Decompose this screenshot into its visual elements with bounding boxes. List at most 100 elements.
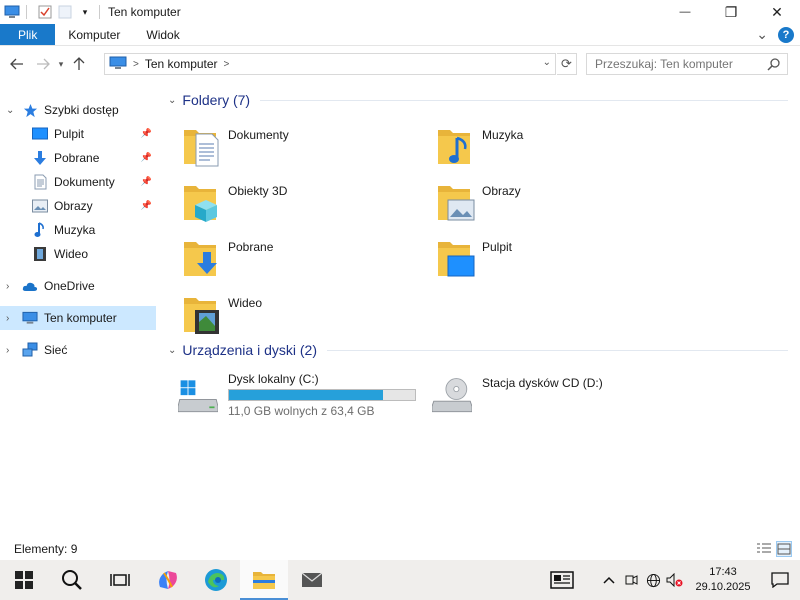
task-view-icon [110, 574, 130, 586]
folder-videos[interactable]: Wideo [162, 288, 412, 338]
folder-downloads[interactable]: Pobrane [162, 232, 412, 282]
documents-folder-icon [184, 130, 219, 167]
nav-this-pc[interactable]: › Ten komputer [0, 306, 156, 330]
search-box[interactable] [586, 53, 788, 75]
nav-item-videos[interactable]: Wideo [0, 242, 156, 266]
pin-icon[interactable]: 📌 [141, 128, 152, 139]
chevron-down-icon[interactable]: ⌄ [168, 345, 176, 356]
document-icon [32, 174, 48, 190]
folder-desktop[interactable]: Pulpit [416, 232, 666, 282]
help-icon[interactable]: ? [778, 26, 794, 43]
breadcrumb-chevron-icon[interactable]: > [224, 59, 230, 70]
address-dropdown-icon[interactable]: ⌄ [543, 57, 551, 68]
folder-label: Obrazy [482, 184, 521, 198]
chevron-right-icon[interactable]: › [6, 345, 16, 356]
tab-file[interactable]: Plik [0, 24, 56, 45]
minimize-button[interactable]: — [662, 0, 708, 24]
start-button[interactable] [0, 560, 48, 600]
forward-button[interactable] [32, 53, 54, 75]
expand-ribbon-button[interactable]: ⌄ [756, 26, 768, 43]
back-button[interactable] [6, 53, 28, 75]
up-button[interactable] [68, 53, 90, 75]
status-bar: Elementy: 9 [0, 538, 800, 560]
breadcrumb-chevron-icon[interactable]: > [133, 59, 139, 70]
refresh-button[interactable]: ⟳ [557, 53, 577, 75]
folder-pictures[interactable]: Obrazy [416, 176, 666, 226]
nav-onedrive[interactable]: › OneDrive [0, 274, 156, 298]
nav-item-label: Pulpit [54, 127, 85, 141]
item-count: Elementy: 9 [14, 542, 78, 556]
copilot-button[interactable] [144, 560, 192, 600]
quick-access-toolbar: ▾ [0, 0, 106, 24]
close-button[interactable]: ✕ [754, 0, 800, 24]
tab-computer[interactable]: Komputer [55, 24, 133, 45]
chevron-down-icon[interactable]: ⌄ [168, 95, 176, 106]
nav-item-label: Szybki dostęp [44, 103, 119, 117]
group-title: Foldery (7) [182, 92, 251, 108]
navigation-pane: ⌄ Szybki dostęp Pulpit 📌 Pobrane 📌 Dokum… [0, 94, 160, 534]
folder-music[interactable]: Muzyka [416, 120, 666, 170]
film-icon [32, 246, 48, 262]
system-tray: 17:43 29.10.2025 [542, 560, 800, 600]
folder-documents[interactable]: Dokumenty [162, 120, 412, 170]
large-icons-view-icon[interactable] [776, 541, 792, 557]
nav-item-label: Muzyka [54, 223, 96, 237]
nav-item-documents[interactable]: Dokumenty 📌 [0, 170, 156, 194]
chevron-up-icon[interactable] [598, 560, 620, 600]
new-folder-icon[interactable] [57, 4, 73, 20]
nav-item-downloads[interactable]: Pobrane 📌 [0, 146, 156, 170]
music-folder-icon [438, 130, 470, 164]
copilot-icon [159, 571, 177, 589]
nav-item-music[interactable]: Muzyka [0, 218, 156, 242]
pin-icon[interactable]: 📌 [141, 200, 152, 211]
breadcrumb-this-pc[interactable]: Ten komputer [145, 57, 218, 71]
desktop-folder-icon [438, 242, 475, 277]
folder-3d-objects[interactable]: Obiekty 3D [162, 176, 412, 226]
drive-usage-bar [228, 389, 416, 401]
task-view-button[interactable] [96, 560, 144, 600]
folder-label: Pobrane [228, 240, 274, 254]
download-icon [32, 150, 48, 166]
clock[interactable]: 17:43 29.10.2025 [686, 565, 760, 595]
address-bar[interactable]: > Ten komputer > ⌄ [104, 53, 556, 75]
customize-toolbar-icon[interactable]: ▾ [77, 4, 93, 20]
notifications-icon[interactable] [760, 560, 800, 600]
details-view-icon[interactable] [756, 541, 772, 557]
meet-icon[interactable] [620, 560, 642, 600]
network-globe-icon[interactable] [642, 560, 664, 600]
drive-free-space: 11,0 GB wolnych z 63,4 GB [228, 404, 375, 418]
properties-icon[interactable] [37, 4, 53, 20]
group-header-devices[interactable]: ⌄ Urządzenia i dyski (2) [168, 342, 788, 358]
nav-item-label: Wideo [54, 247, 89, 261]
ribbon-tabs: Plik Komputer Widok ⌄ ? [0, 24, 800, 46]
mail-button[interactable] [288, 560, 336, 600]
nav-item-pictures[interactable]: Obrazy 📌 [0, 194, 156, 218]
edge-button[interactable] [192, 560, 240, 600]
group-header-folders[interactable]: ⌄ Foldery (7) [168, 92, 788, 108]
pin-icon[interactable]: 📌 [141, 152, 152, 163]
nav-quick-access[interactable]: ⌄ Szybki dostęp [0, 98, 156, 122]
volume-muted-icon[interactable] [664, 560, 686, 600]
search-button[interactable] [48, 560, 96, 600]
recent-locations-button[interactable]: ▾ [54, 53, 68, 75]
chevron-down-icon[interactable]: ⌄ [6, 105, 16, 116]
search-icon [62, 570, 82, 590]
tab-view[interactable]: Widok [133, 24, 192, 45]
news-widget-icon[interactable] [542, 560, 582, 600]
maximize-button[interactable]: ❐ [708, 0, 754, 24]
nav-item-label: Obrazy [54, 199, 93, 213]
pin-icon[interactable]: 📌 [141, 176, 152, 187]
drive-d[interactable]: Stacja dysków CD (D:) [416, 370, 666, 420]
drive-c[interactable]: Dysk lokalny (C:) 11,0 GB wolnych z 63,4… [162, 370, 432, 420]
divider [26, 5, 27, 19]
chevron-right-icon[interactable]: › [6, 281, 16, 292]
chevron-right-icon[interactable]: › [6, 313, 16, 324]
nav-item-desktop[interactable]: Pulpit 📌 [0, 122, 156, 146]
search-input[interactable] [587, 57, 757, 71]
star-icon [22, 102, 38, 118]
pictures-folder-icon [438, 186, 475, 221]
file-explorer-button[interactable] [240, 560, 288, 600]
nav-network[interactable]: › Sieć [0, 338, 156, 362]
search-icon[interactable] [767, 57, 781, 74]
